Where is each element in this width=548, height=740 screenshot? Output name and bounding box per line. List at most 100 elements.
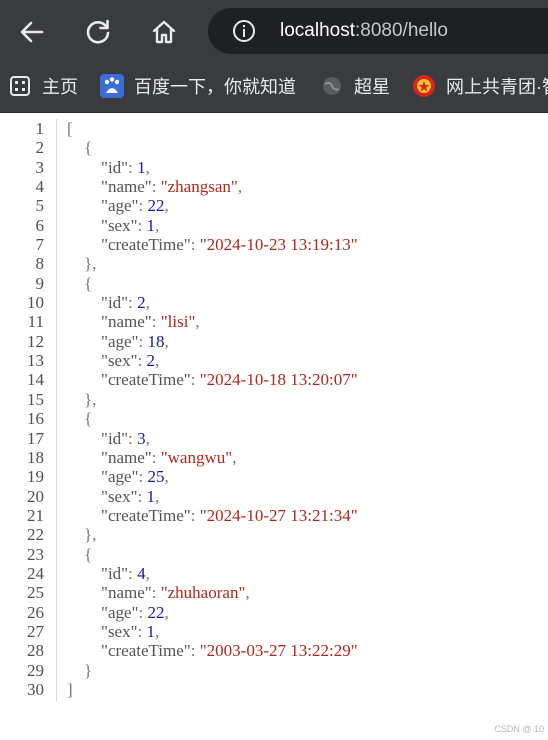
- bookmark-chaoxing[interactable]: 超星: [320, 72, 390, 100]
- code-line: 2 {: [0, 138, 548, 157]
- bookmark-baidu[interactable]: 百度一下，你就知道: [100, 72, 296, 100]
- json-viewer: 1[2 {3 "id": 1, 4 "name": "zhangsan", 5 "a…: [0, 119, 548, 699]
- json-key: "sex": [101, 621, 138, 641]
- line-number: 10: [27, 293, 44, 313]
- json-quote: ": [199, 505, 207, 525]
- line-text: "createTime": "2024-10-27 13:21:34": [67, 506, 358, 525]
- line-text: },: [67, 254, 96, 273]
- line-number: 29: [27, 660, 44, 680]
- json-number-value: 22: [147, 196, 165, 216]
- line-text: "id": 4,: [67, 564, 150, 583]
- watermark: CSDN @ 10: [494, 724, 544, 734]
- line-number: 18: [27, 447, 44, 467]
- json-punctuation: [67, 235, 101, 254]
- json-quote: ": [199, 641, 207, 661]
- json-punctuation: :: [137, 621, 147, 641]
- json-punctuation: [67, 487, 101, 506]
- json-punctuation: [67, 506, 101, 525]
- code-line: 18 "name": "wangwu",: [0, 448, 548, 467]
- json-quote: ": [160, 312, 168, 332]
- json-key: "age": [101, 467, 139, 487]
- bookmark-label: 超星: [354, 77, 390, 97]
- code-line: 5 "age": 22,: [0, 196, 548, 215]
- json-key: "name": [101, 447, 152, 467]
- line-number: 24: [27, 563, 44, 583]
- json-key: "age": [101, 331, 139, 351]
- code-line: 13 "sex": 2,: [0, 351, 548, 370]
- json-string-value: 2003-03-27 13:22:29: [206, 641, 351, 661]
- json-key: "createTime": [101, 235, 191, 255]
- line-number: 12: [27, 331, 44, 351]
- json-punctuation: [67, 448, 101, 467]
- json-string-value: lisi: [167, 312, 189, 332]
- json-punctuation: [67, 351, 101, 370]
- line-text: "name": "zhuhaoran",: [67, 583, 250, 602]
- code-line: 16 {: [0, 409, 548, 428]
- line-number: 22: [27, 525, 44, 545]
- code-line: 23 {: [0, 545, 548, 564]
- url-text[interactable]: localhost:8080/hello: [280, 20, 448, 42]
- json-number-value: 25: [147, 467, 165, 487]
- line-number: 3: [35, 157, 45, 177]
- bookmark-label: 网上共青团·智: [446, 77, 548, 97]
- back-button[interactable]: [12, 12, 52, 52]
- json-number-value: 1: [137, 157, 146, 177]
- json-number-value: 2: [146, 351, 156, 371]
- json-number-value: 4: [137, 563, 146, 583]
- line-number: 13: [27, 351, 44, 371]
- json-key: "createTime": [101, 641, 191, 661]
- json-punctuation: [67, 216, 101, 235]
- json-string-value: 2024-10-18 13:20:07: [206, 370, 351, 390]
- code-line: 22 },: [0, 525, 548, 544]
- json-punctuation: [67, 370, 101, 389]
- bookmark-label: 百度一下，你就知道: [134, 77, 296, 97]
- json-key: "age": [101, 602, 139, 622]
- line-text: "id": 3,: [67, 429, 150, 448]
- json-punctuation: ,: [237, 177, 243, 197]
- line-number: 23: [27, 544, 44, 564]
- line-number: 28: [27, 641, 44, 661]
- json-key: "id": [101, 563, 129, 583]
- json-punctuation: [67, 603, 101, 622]
- line-text: "createTime": "2024-10-18 13:20:07": [67, 370, 358, 389]
- line-text: "age": 22,: [67, 603, 169, 622]
- json-punctuation: :: [190, 641, 200, 661]
- bookmark-league[interactable]: 网上共青团·智: [412, 72, 548, 100]
- json-punctuation: ]: [67, 679, 73, 699]
- json-key: "id": [101, 157, 129, 177]
- bookmark-home[interactable]: 主页: [8, 72, 78, 100]
- reload-button[interactable]: [78, 12, 118, 52]
- json-punctuation: [67, 622, 101, 641]
- json-punctuation: ,: [155, 621, 160, 641]
- json-punctuation: },: [67, 525, 97, 545]
- code-line: 30]: [0, 680, 548, 699]
- line-number: 14: [27, 370, 44, 390]
- json-number-value: 1: [146, 215, 156, 235]
- json-string-value: 2024-10-27 13:21:34: [206, 505, 351, 525]
- info-icon[interactable]: [232, 19, 256, 43]
- json-punctuation: [67, 467, 101, 486]
- line-text: {: [67, 274, 92, 293]
- json-punctuation: ,: [164, 602, 169, 622]
- json-punctuation: [67, 293, 101, 312]
- home-button[interactable]: [144, 12, 184, 52]
- json-punctuation: ,: [195, 312, 200, 332]
- code-line: 17 "id": 3,: [0, 429, 548, 448]
- code-line: 25 "name": "zhuhaoran",: [0, 583, 548, 602]
- line-text: {: [67, 545, 92, 564]
- line-number: 25: [27, 583, 44, 603]
- code-line: 26 "age": 22,: [0, 603, 548, 622]
- line-number: 7: [35, 235, 45, 255]
- json-quote: ": [160, 583, 168, 603]
- line-text: "age": 22,: [67, 196, 169, 215]
- json-punctuation: ,: [155, 486, 160, 506]
- line-text: "createTime": "2024-10-23 13:19:13": [67, 235, 358, 254]
- json-punctuation: :: [128, 428, 138, 448]
- json-punctuation: [67, 312, 101, 331]
- json-punctuation: :: [151, 447, 161, 467]
- json-punctuation: ,: [155, 351, 160, 371]
- address-bar[interactable]: localhost:8080/hello: [208, 8, 548, 54]
- json-punctuation: [67, 564, 101, 583]
- browser-toolbar: localhost:8080/hello: [0, 0, 548, 62]
- json-punctuation: :: [151, 583, 161, 603]
